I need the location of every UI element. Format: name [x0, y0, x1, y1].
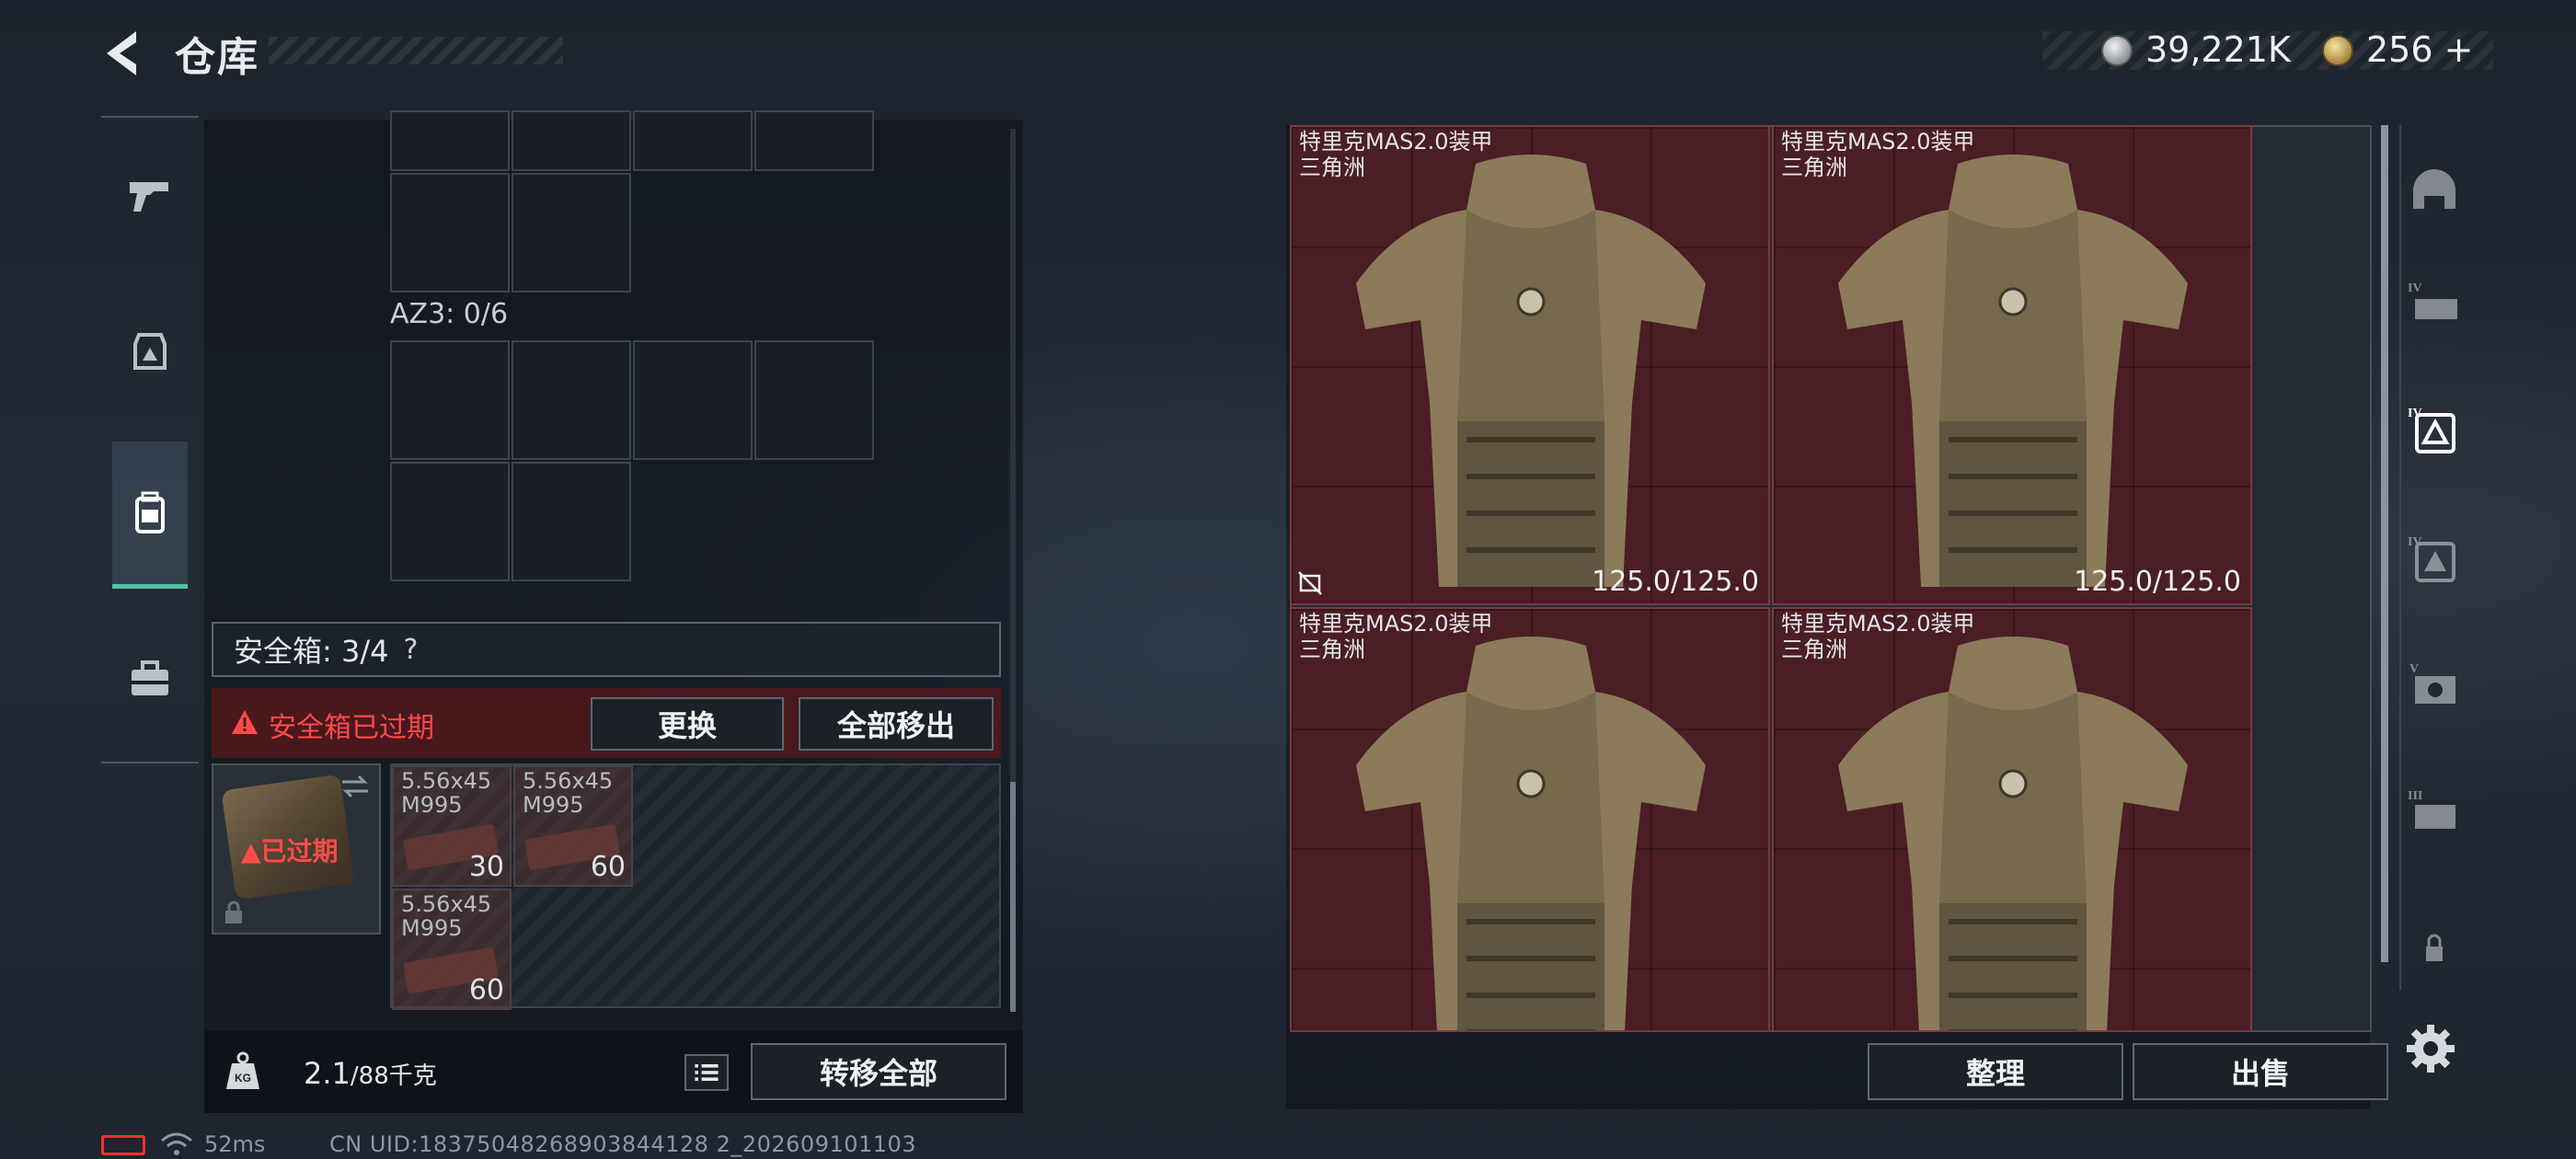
ammo-name: 5.56x45 M995: [523, 768, 614, 818]
sort-button[interactable]: 整理: [1868, 1043, 2123, 1100]
az3-slot[interactable]: [512, 340, 631, 460]
tier-iv-armor-icon: IV: [2408, 407, 2455, 453]
stash-scrollbar[interactable]: [2381, 125, 2388, 962]
no-trade-icon: [1298, 571, 1322, 595]
svg-text:KG: KG: [235, 1072, 251, 1084]
silver-coin-icon: [2101, 35, 2133, 66]
safebox-header: 安全箱: 3/4 ?: [212, 622, 1001, 677]
help-icon[interactable]: ?: [403, 634, 418, 666]
category-locked[interactable]: [2401, 914, 2467, 981]
move-all-out-button[interactable]: 全部移出: [799, 697, 994, 751]
armor-image: [1838, 155, 2188, 587]
svg-text:III: III: [2408, 789, 2422, 803]
gold-coin-icon: [2322, 35, 2353, 66]
armor-label: 特里克MAS2.0装甲 三角洲: [1781, 611, 1975, 662]
tab-equipment[interactable]: [112, 278, 188, 425]
category-tier-v-armor[interactable]: V: [2401, 653, 2467, 719]
list-icon[interactable]: [684, 1054, 729, 1091]
armor-label: 特里克MAS2.0装甲 三角洲: [1299, 611, 1493, 662]
rig-slot[interactable]: [754, 110, 874, 171]
toolbox-icon: [132, 660, 168, 695]
ammo-item[interactable]: 5.56x45 M995 60: [392, 889, 512, 1010]
category-tier-iv-rig[interactable]: IV: [2401, 272, 2467, 339]
category-tier-iv-armor-alt[interactable]: IV: [2401, 526, 2467, 592]
rig-slot[interactable]: [633, 110, 753, 171]
category-tier-iii-rig[interactable]: III: [2401, 780, 2467, 846]
ammo-count: 30: [468, 851, 504, 883]
az3-slot[interactable]: [633, 340, 753, 460]
category-tier-iv-armor[interactable]: IV: [2401, 397, 2467, 464]
armor-item[interactable]: 特里克MAS2.0装甲 三角洲: [1290, 607, 1770, 1032]
rig-slot[interactable]: [390, 110, 510, 171]
expired-notice-text: 安全箱已过期: [269, 712, 434, 744]
ammo-count: 60: [590, 851, 626, 883]
lock-icon: [2426, 934, 2443, 961]
rig-slot[interactable]: [390, 173, 510, 293]
category-helmet[interactable]: [2401, 158, 2467, 224]
ammo-item[interactable]: 5.56x45 M995 60: [513, 765, 633, 887]
tab-weapons[interactable]: [112, 121, 188, 269]
pistol-icon: [130, 182, 168, 212]
helmet-bag-icon: [133, 333, 167, 370]
transfer-all-button[interactable]: 转移全部: [751, 1043, 1006, 1100]
weight-max: /88千克: [350, 1062, 437, 1090]
safebox-capacity: 安全箱: 3/4: [234, 634, 389, 669]
rig-slot[interactable]: [512, 173, 631, 293]
tab-containers[interactable]: [112, 442, 188, 589]
gold-balance[interactable]: 256 +: [2366, 29, 2473, 70]
armor-label: 特里克MAS2.0装甲 三角洲: [1299, 129, 1493, 180]
svg-text:V: V: [2409, 662, 2419, 676]
armor-label: 特里克MAS2.0装甲 三角洲: [1781, 129, 1975, 180]
helmet-icon: [2413, 169, 2455, 209]
armor-durability: 125.0/125.0: [2074, 566, 2241, 598]
svg-text:IV: IV: [2408, 281, 2422, 295]
tier-iii-rig-icon: III: [2408, 789, 2455, 829]
title-decoration: [269, 37, 563, 64]
sell-button[interactable]: 出售: [2133, 1043, 2388, 1100]
armor-item[interactable]: 特里克MAS2.0装甲 三角洲 125.0/125.0: [1772, 125, 2252, 605]
az3-slot[interactable]: [390, 340, 510, 460]
warning-icon: ▲: [241, 836, 261, 866]
weight-kg-icon: KG: [226, 1051, 259, 1089]
armor-image: [1356, 637, 1706, 1030]
left-tab-rail: [101, 116, 199, 763]
silver-balance: 39,221K: [2145, 29, 2291, 70]
armor-image: [1356, 155, 1706, 587]
safebox-expired-label: ▲已过期: [241, 836, 339, 866]
armor-item[interactable]: 特里克MAS2.0装甲 三角洲: [1772, 607, 2252, 1032]
az3-slot[interactable]: [754, 340, 874, 460]
ammo-name: 5.56x45 M995: [401, 768, 492, 818]
armor-image: [1838, 637, 2188, 1030]
az3-slot[interactable]: [390, 462, 510, 581]
rig-slot[interactable]: [512, 110, 631, 171]
lock-icon: [225, 901, 242, 924]
armor-item[interactable]: 特里克MAS2.0装甲 三角洲 125.0/125.0: [1290, 125, 1770, 605]
gear-icon[interactable]: [2403, 1021, 2458, 1076]
back-arrow-icon[interactable]: [99, 28, 145, 79]
az3-capacity-label: AZ3: 0/6: [390, 298, 509, 330]
tier-iv-armor-alt-icon: IV: [2408, 535, 2455, 582]
wifi-icon: [161, 1132, 192, 1155]
warning-icon: [232, 710, 258, 734]
ammo-count: 60: [468, 974, 504, 1006]
ping-readout: 52ms: [204, 1131, 266, 1157]
replace-button[interactable]: 更换: [591, 697, 784, 751]
tier-iv-rig-icon: IV: [2408, 281, 2457, 319]
loadout-scrollbar-thumb[interactable]: [1010, 782, 1016, 1012]
armor-durability: 125.0/125.0: [1592, 566, 1759, 598]
swap-icon[interactable]: [339, 773, 372, 800]
tab-supplies[interactable]: [112, 605, 188, 752]
weight-current: 2.1: [304, 1056, 351, 1091]
backpack-icon: [135, 491, 165, 534]
page-title: 仓库: [175, 34, 259, 81]
battery-low-icon: [101, 1135, 145, 1155]
tier-v-armor-icon: V: [2409, 662, 2455, 704]
user-uid: CN UID:18375048268903844128 2_2026091011…: [329, 1131, 917, 1157]
ammo-name: 5.56x45 M995: [401, 891, 492, 941]
weight-readout: 2.1/88千克: [304, 1056, 437, 1091]
ammo-item[interactable]: 5.56x45 M995 30: [392, 765, 512, 887]
az3-slot[interactable]: [512, 462, 631, 581]
